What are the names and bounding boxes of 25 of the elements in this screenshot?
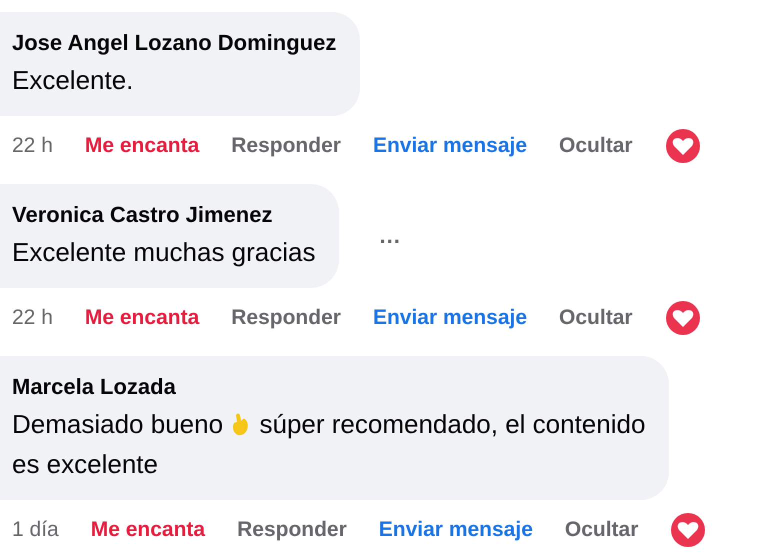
- hide-link[interactable]: Ocultar: [564, 518, 638, 542]
- heart-reaction-icon: [670, 512, 706, 548]
- reply-link[interactable]: Responder: [231, 306, 341, 330]
- comment-time[interactable]: 22 h: [12, 306, 53, 330]
- hide-link[interactable]: Ocultar: [559, 134, 633, 158]
- hide-link[interactable]: Ocultar: [559, 306, 633, 330]
- comment-text: Excelente.: [12, 64, 134, 97]
- love-reaction-link[interactable]: Me encanta: [84, 306, 200, 330]
- reply-link[interactable]: Responder: [231, 134, 341, 158]
- comment-time[interactable]: 22 h: [12, 134, 53, 158]
- send-message-link[interactable]: Enviar mensaje: [372, 306, 528, 330]
- heart-reaction-icon: [664, 300, 701, 336]
- comment-author[interactable]: Jose Angel Lozano Dominguez: [12, 30, 336, 56]
- comment-text: Demasiado bueno súper recomendado, el contenido es excelente: [12, 408, 646, 481]
- comment-text: Excelente muchas gracias: [12, 236, 316, 269]
- send-message-link[interactable]: Enviar mensaje: [372, 134, 528, 158]
- love-reaction-link[interactable]: Me encanta: [84, 134, 200, 158]
- comment-author[interactable]: Marcela Lozada: [12, 374, 646, 400]
- more-options-button[interactable]: ...: [379, 223, 401, 249]
- heart-reaction-icon: [664, 128, 701, 164]
- love-reaction-link[interactable]: Me encanta: [90, 518, 206, 542]
- reply-link[interactable]: Responder: [237, 518, 347, 542]
- comment-time[interactable]: 1 día: [12, 518, 59, 542]
- comment-author[interactable]: Veronica Castro Jimenez: [12, 202, 316, 228]
- send-message-link[interactable]: Enviar mensaje: [378, 518, 533, 542]
